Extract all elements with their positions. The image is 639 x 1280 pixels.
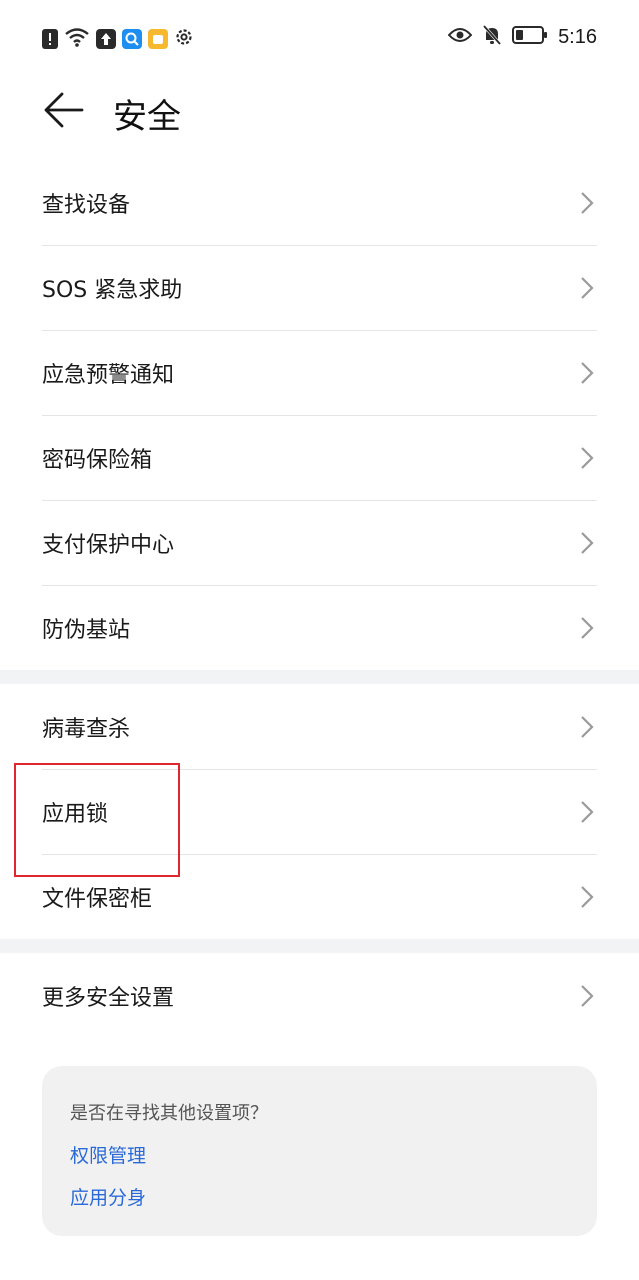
highlight-box: [14, 763, 180, 877]
chevron-right-icon: [581, 276, 594, 299]
chevron-right-icon: [581, 984, 594, 1007]
back-arrow-icon[interactable]: [40, 88, 88, 136]
list-item-label: SOS 紧急求助: [42, 277, 183, 303]
link-permission-management[interactable]: 权限管理: [70, 1141, 146, 1168]
list-item-label: 密码保险箱: [42, 447, 153, 473]
page-title: 安全: [113, 97, 181, 137]
chevron-right-icon: [581, 800, 594, 823]
list-item-password-vault[interactable]: 密码保险箱: [42, 415, 597, 500]
list-item-label: 文件保密柜: [42, 886, 153, 912]
list-item-label: 支付保护中心: [42, 532, 175, 558]
list-item-label: 防伪基站: [42, 617, 131, 643]
status-bar: 5:16: [0, 0, 639, 72]
chevron-right-icon: [581, 531, 594, 554]
security-group-1: 查找设备 SOS 紧急求助 应急预警通知 密码保险箱 支付保护中心 防伪基站: [0, 160, 639, 670]
upload-icon: [96, 29, 116, 49]
search-app-icon: [122, 29, 142, 49]
header: 安全: [0, 72, 639, 152]
status-time: 5:16: [558, 25, 597, 48]
chevron-right-icon: [581, 191, 594, 214]
list-item-emergency-alert[interactable]: 应急预警通知: [42, 330, 597, 415]
suggestion-question: 是否在寻找其他设置项？: [70, 1103, 268, 1124]
list-item-label: 应急预警通知: [42, 362, 175, 388]
list-item-label: 病毒查杀: [42, 716, 131, 742]
chevron-right-icon: [581, 715, 594, 738]
suggestion-card: 是否在寻找其他设置项？ 权限管理 应用分身: [42, 1066, 597, 1236]
gear-icon: [174, 27, 194, 51]
list-item-more-security[interactable]: 更多安全设置: [42, 953, 597, 1038]
list-item-find-device[interactable]: 查找设备: [42, 160, 597, 245]
wifi-icon: [64, 26, 90, 52]
list-item-fake-base-station[interactable]: 防伪基站: [42, 585, 597, 670]
bell-off-icon: [482, 24, 502, 50]
section-divider: [0, 670, 639, 684]
chevron-right-icon: [581, 616, 594, 639]
section-divider: [0, 939, 639, 953]
security-group-3: 更多安全设置: [0, 953, 639, 1038]
list-item-sos[interactable]: SOS 紧急求助: [42, 245, 597, 330]
chevron-right-icon: [581, 361, 594, 384]
list-item-payment-protection[interactable]: 支付保护中心: [42, 500, 597, 585]
chevron-right-icon: [581, 446, 594, 469]
chevron-right-icon: [581, 885, 594, 908]
list-item-label: 查找设备: [42, 192, 131, 218]
battery-icon: [512, 25, 548, 49]
note-app-icon: [148, 29, 168, 49]
list-item-label: 更多安全设置: [42, 985, 175, 1011]
eye-icon: [447, 26, 473, 48]
alert-icon: [42, 29, 58, 49]
link-app-twin[interactable]: 应用分身: [70, 1183, 146, 1210]
list-item-virus-scan[interactable]: 病毒查杀: [42, 684, 597, 769]
